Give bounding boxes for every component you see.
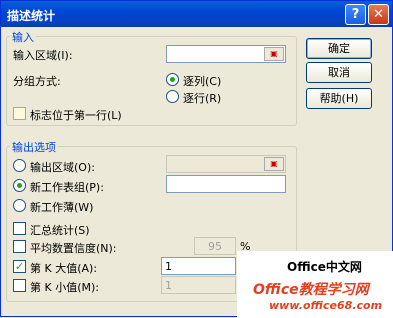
ok-button[interactable]: 确定 [306, 38, 372, 59]
cancel-button[interactable]: 取消 [306, 62, 372, 83]
confidence-field[interactable]: 95 [194, 237, 236, 255]
grouping-label: 分组方式: [13, 75, 61, 88]
by-row-radio[interactable] [166, 90, 179, 103]
kth-smallest-label[interactable]: 第 K 小值(M): [30, 279, 99, 295]
input-group-legend: 输入 [10, 29, 36, 45]
title-bar: 描述统计 ? ✕ [1, 1, 392, 27]
help-title-button[interactable]: ? [345, 4, 366, 25]
watermark-line3: www.office68.com [269, 299, 383, 312]
input-range-label: 输入区域(I): [13, 49, 73, 62]
dialog-window: 描述统计 ? ✕ 输入 输入区域(I): ▣ 分组方式: 逐列(C) 逐行(R)… [0, 0, 393, 318]
help-button[interactable]: 帮助(H) [306, 88, 372, 109]
kth-smallest-checkbox[interactable] [13, 279, 26, 292]
close-button[interactable]: ✕ [368, 4, 389, 25]
kth-largest-label[interactable]: 第 K 大值(A): [30, 260, 97, 276]
new-workbook-label[interactable]: 新工作薄(W) [30, 199, 93, 215]
new-sheet-radio[interactable] [13, 179, 26, 192]
new-workbook-radio[interactable] [13, 199, 26, 212]
labels-first-row-checkbox[interactable] [13, 107, 26, 120]
by-column-radio[interactable] [166, 73, 179, 86]
kth-largest-checkbox[interactable]: ✓ [13, 260, 26, 273]
window-title: 描述统计 [7, 9, 56, 23]
kth-largest-field[interactable]: 1 [161, 257, 236, 275]
kth-smallest-field[interactable]: 1 [161, 276, 236, 294]
confidence-label[interactable]: 平均数置信度(N): [30, 240, 117, 256]
watermark-line1: Office中文网 [287, 260, 362, 274]
output-range-radio[interactable] [13, 159, 26, 172]
output-group-legend: 输出选项 [10, 139, 58, 155]
new-sheet-field[interactable] [166, 175, 286, 193]
summary-stats-checkbox[interactable] [13, 222, 26, 235]
confidence-checkbox[interactable] [13, 240, 26, 253]
summary-stats-label[interactable]: 汇总统计(S) [30, 222, 90, 238]
output-range-label[interactable]: 输出区域(O): [30, 159, 95, 175]
by-column-label[interactable]: 逐列(C) [183, 73, 221, 89]
by-row-label[interactable]: 逐行(R) [183, 90, 221, 106]
watermark: Office中文网 Office教程学习网 www.office68.com [237, 251, 393, 318]
new-sheet-label[interactable]: 新工作表组(P): [30, 179, 104, 195]
labels-first-row-label[interactable]: 标志位于第一行(L) [30, 107, 122, 123]
range-select-icon[interactable]: ▣ [264, 47, 284, 61]
watermark-line2: Office教程学习网 [253, 282, 369, 298]
output-range-select-icon[interactable]: ▣ [264, 157, 284, 171]
